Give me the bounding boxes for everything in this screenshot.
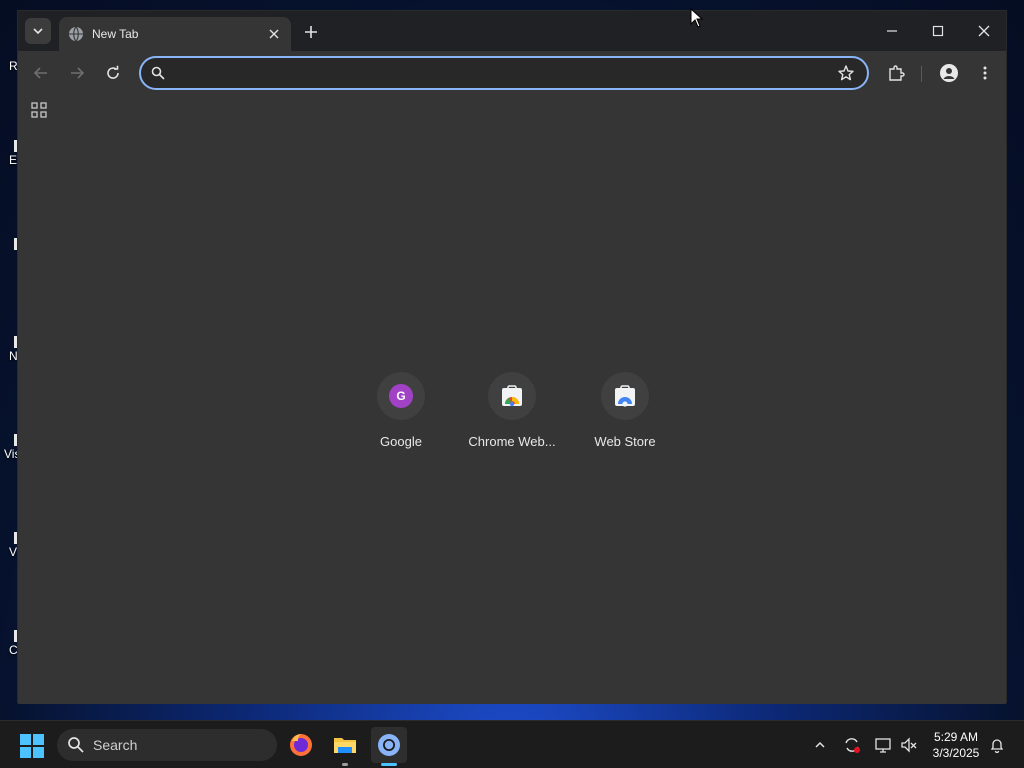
tab-title: New Tab: [92, 27, 139, 41]
shortcut-google[interactable]: G Google: [345, 372, 457, 468]
taskbar: Search 5:29 AM 3/3/2025: [0, 720, 1024, 768]
arrow-left-icon: [33, 67, 47, 79]
taskbar-app-firefox[interactable]: [283, 727, 319, 763]
close-icon: [978, 25, 990, 37]
tab-new-tab[interactable]: New Tab: [59, 17, 291, 51]
taskbar-clock[interactable]: 5:29 AM 3/3/2025: [924, 729, 988, 761]
taskbar-search-box[interactable]: Search: [57, 729, 277, 761]
shortcut-label: Chrome Web...: [468, 434, 556, 449]
shortcut-chrome-web-store[interactable]: Chrome Web...: [456, 372, 568, 468]
minimize-button[interactable]: [880, 19, 904, 43]
chevron-up-icon: [815, 741, 825, 748]
bell-icon: [990, 739, 1004, 753]
shortcut-tile: [488, 372, 536, 420]
taskbar-app-chrome[interactable]: [371, 727, 407, 766]
taskbar-search-label: Search: [93, 737, 138, 753]
close-window-button[interactable]: [972, 19, 996, 43]
reload-icon: [107, 65, 119, 79]
file-explorer-icon: [334, 738, 356, 753]
title-bar[interactable]: New Tab: [18, 11, 1006, 51]
shortcut-tile: [601, 372, 649, 420]
reload-button[interactable]: [101, 61, 125, 85]
apps-grid-icon[interactable]: [30, 101, 48, 119]
search-icon: [68, 737, 84, 753]
chrome-icon: [378, 734, 400, 756]
chrome-window: New Tab G Google Chrome Web... Web Store: [17, 10, 1007, 704]
bookmarks-bar: [18, 95, 1006, 127]
chevron-down-icon: [33, 28, 43, 35]
desktop-icon[interactable]: [0, 238, 18, 251]
desktop-icon[interactable]: V: [0, 532, 18, 559]
windows-start-icon[interactable]: [20, 734, 44, 758]
maximize-icon: [932, 25, 944, 37]
menu-button[interactable]: [973, 61, 997, 85]
plus-icon: [305, 26, 317, 38]
browser-toolbar: [18, 51, 1006, 95]
network-tray-button[interactable]: [873, 735, 893, 755]
google-g-icon: G: [389, 384, 413, 408]
search-icon: [151, 66, 165, 80]
star-icon[interactable]: [837, 64, 855, 82]
desktop-icon[interactable]: Vis: [0, 434, 20, 461]
firefox-icon: [290, 734, 312, 756]
tab-close-button[interactable]: [266, 26, 282, 42]
running-indicator: [342, 763, 348, 766]
address-bar[interactable]: [139, 56, 869, 90]
network-icon: [875, 738, 891, 753]
shortcut-label: Web Store: [594, 434, 656, 449]
volume-muted-icon: [901, 737, 917, 753]
show-hidden-icons-button[interactable]: [810, 735, 830, 755]
shortcut-web-store[interactable]: Web Store: [569, 372, 681, 468]
puzzle-piece-icon: [889, 65, 905, 81]
maximize-button[interactable]: [926, 19, 950, 43]
chrome-web-store-icon: [615, 385, 635, 407]
avatar-icon: [940, 64, 958, 82]
notifications-button[interactable]: [987, 735, 1007, 755]
volume-tray-button[interactable]: [899, 735, 919, 755]
sync-icon: [845, 738, 860, 753]
extensions-button[interactable]: [884, 61, 908, 85]
sync-tray-button[interactable]: [842, 735, 862, 755]
desktop-icon[interactable]: E: [0, 140, 18, 167]
minimize-icon: [887, 30, 897, 32]
toolbar-divider: [921, 66, 922, 82]
active-indicator: [381, 763, 397, 766]
clock-time: 5:29 AM: [933, 730, 979, 744]
mouse-cursor-icon: [690, 8, 704, 28]
taskbar-app-file-explorer[interactable]: [327, 727, 363, 766]
shortcut-label: Google: [380, 434, 422, 449]
new-tab-page: G Google Chrome Web... Web Store: [18, 127, 1006, 704]
arrow-right-icon: [71, 67, 85, 79]
desktop-icon[interactable]: R: [0, 58, 18, 73]
more-vert-icon: [983, 66, 987, 80]
clock-date: 3/3/2025: [932, 746, 980, 760]
globe-icon: [69, 26, 83, 42]
desktop-icon[interactable]: N: [0, 336, 18, 363]
shortcut-tile: G: [377, 372, 425, 420]
new-tab-button[interactable]: [301, 22, 321, 42]
back-button[interactable]: [29, 61, 53, 85]
tab-search-button[interactable]: [25, 18, 51, 44]
desktop-icon[interactable]: C: [0, 630, 18, 657]
chrome-web-store-icon: [502, 385, 522, 407]
close-icon: [269, 29, 279, 39]
forward-button[interactable]: [65, 61, 89, 85]
profile-button[interactable]: [937, 61, 961, 85]
address-input[interactable]: [173, 63, 823, 83]
